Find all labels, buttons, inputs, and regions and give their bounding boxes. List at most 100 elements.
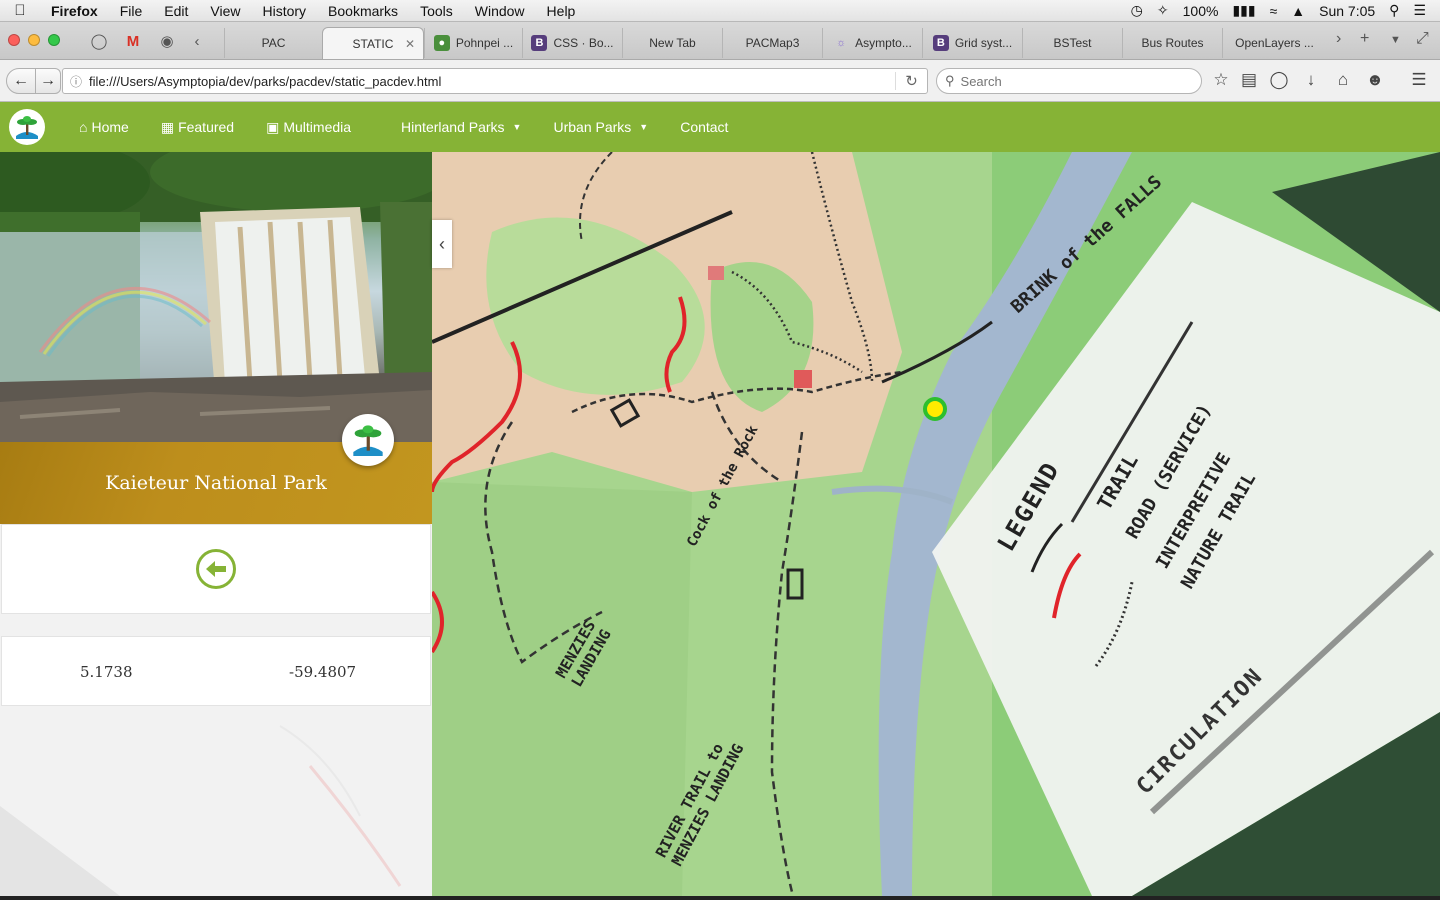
nav-multimedia-label: Multimedia (283, 119, 352, 135)
tab-bstest[interactable]: BSTest (1022, 28, 1122, 58)
pinned-tab-globe-icon[interactable]: ◯ (88, 31, 110, 53)
site-logo[interactable] (9, 109, 45, 145)
tab-label: PAC (261, 36, 286, 50)
forward-button[interactable]: → (35, 68, 61, 94)
arrow-left-icon (206, 561, 226, 577)
picture-icon: ▣ (266, 118, 280, 135)
bluetooth-icon[interactable]: ✧ (1157, 2, 1169, 19)
park-map[interactable]: BRINK of the FALLS Cock of the Rock MENZ… (432, 152, 1440, 896)
tab-pacmap3[interactable]: PACMap3 (722, 28, 822, 58)
nav-contact-label: Contact (680, 119, 729, 135)
nav-contact[interactable]: Contact (664, 119, 744, 135)
nav-home[interactable]: ⌂ Home (63, 119, 145, 135)
window-minimize-button[interactable] (28, 34, 40, 46)
nav-featured[interactable]: ▦ Featured (145, 119, 250, 136)
palm-tree-logo-icon (16, 116, 38, 139)
latitude-value: 5.1738 (80, 663, 133, 681)
bookmark-star-icon[interactable]: ☆ (1210, 70, 1232, 90)
nav-urban-parks[interactable]: Urban Parks ▼ (537, 119, 664, 135)
search-icon: ⚲ (945, 73, 955, 88)
search-input[interactable] (960, 73, 1181, 89)
trail-map-image (432, 152, 1440, 896)
tab-label: Bus Routes (1141, 36, 1204, 50)
site-info-icon[interactable]: ⓘ (63, 73, 89, 90)
maps-favicon-icon: ● (433, 35, 450, 51)
tab-label: BSTest (1053, 36, 1092, 50)
reload-icon[interactable]: ↻ (895, 72, 927, 90)
tab-label: Asympto... (855, 36, 912, 50)
window-maximize-button[interactable] (48, 34, 60, 46)
park-badge (342, 414, 394, 466)
tab-close-icon[interactable]: ✕ (405, 37, 415, 51)
window-close-button[interactable] (8, 34, 20, 46)
menu-history[interactable]: History (251, 0, 317, 22)
notification-center-icon[interactable]: ☰ (1413, 2, 1426, 19)
tab-label: PACMap3 (745, 36, 800, 50)
pocket-icon[interactable]: ◯ (1268, 70, 1290, 90)
apple-menu-icon[interactable]:  (0, 2, 40, 19)
tab-bus-routes[interactable]: Bus Routes (1122, 28, 1222, 58)
pinned-tab-gmail-icon[interactable]: M (122, 31, 144, 53)
home-icon: ⌂ (79, 119, 88, 135)
tab-asympto[interactable]: ☼ Asympto... (822, 28, 922, 58)
tab-label: Pohnpei ... (455, 36, 514, 50)
fullscreen-icon[interactable]: ⤢ (1416, 30, 1429, 48)
site-navbar: ⌂ Home ▦ Featured ▣ Multimedia Hinterland P… (0, 102, 1440, 152)
menu-bookmarks[interactable]: Bookmarks (317, 0, 409, 22)
chevron-left-icon: ‹ (439, 233, 445, 254)
new-tab-plus-icon[interactable]: + (1360, 30, 1369, 48)
park-hero-image (0, 152, 432, 442)
browser-tab-strip: ◯ M ◉ ‹ PAC STATIC ✕ ● Pohnpei ... B CSS · … (0, 22, 1440, 60)
back-arrow-button[interactable] (196, 549, 236, 589)
url-bar[interactable]: ⓘ file:///Users/Asymptopia/dev/parks/pac… (62, 68, 928, 94)
tab-css-bootstrap[interactable]: B CSS · Bo... (522, 28, 622, 58)
menu-file[interactable]: File (109, 0, 154, 22)
volume-icon[interactable]: ▲ (1291, 3, 1305, 19)
battery-icon[interactable]: ▮▮▮ (1232, 2, 1255, 19)
back-button[interactable]: ← (6, 68, 36, 94)
tabs-scroll-right-icon[interactable]: › (1336, 30, 1341, 48)
menu-view[interactable]: View (199, 0, 251, 22)
list-all-tabs-icon[interactable]: ▼ (1390, 34, 1401, 46)
nav-hinterland-parks[interactable]: Hinterland Parks ▼ (385, 119, 537, 135)
tabs-scroll-left-icon[interactable]: ‹ (186, 31, 208, 53)
pinned-tab-github-icon[interactable]: ◉ (156, 31, 178, 53)
nav-multimedia[interactable]: ▣ Multimedia (250, 119, 367, 136)
tab-grid-system[interactable]: B Grid syst... (922, 28, 1022, 58)
hello-chat-icon[interactable]: ☻ (1364, 70, 1386, 90)
tab-pac[interactable]: PAC (224, 28, 322, 58)
time-machine-icon[interactable]: ◷ (1131, 2, 1143, 19)
nav-home-label: Home (91, 119, 129, 135)
menu-edit[interactable]: Edit (153, 0, 199, 22)
downloads-icon[interactable]: ↓ (1300, 70, 1322, 90)
tab-label: New Tab (649, 36, 696, 50)
collapse-panel-button[interactable]: ‹ (432, 220, 452, 268)
tab-static[interactable]: STATIC ✕ (322, 27, 424, 59)
url-text[interactable]: file:///Users/Asymptopia/dev/parks/pacde… (89, 74, 441, 89)
tab-label: CSS · Bo... (553, 36, 614, 50)
home-icon[interactable]: ⌂ (1332, 70, 1354, 90)
battery-percent: 100% (1182, 2, 1219, 19)
tab-new-tab[interactable]: New Tab (622, 28, 722, 58)
kaieteur-falls-photo (0, 152, 432, 442)
longitude-value: -59.4807 (289, 663, 357, 681)
location-marker-icon[interactable] (922, 396, 948, 422)
menubar-status-area: ◷ ✧ 100% ▮▮▮ ≈ ▲ Sun 7:05 ⚲ ☰ (1131, 2, 1440, 19)
tab-label: OpenLayers ... (1235, 36, 1314, 50)
tab-pohnpei[interactable]: ● Pohnpei ... (424, 28, 522, 58)
menu-window[interactable]: Window (464, 0, 536, 22)
reading-list-icon[interactable]: ▤ (1238, 70, 1260, 90)
menu-tools[interactable]: Tools (409, 0, 464, 22)
palm-tree-badge-icon (353, 425, 383, 456)
hamburger-menu-icon[interactable]: ☰ (1408, 70, 1430, 90)
bootstrap-favicon-icon: B (531, 35, 548, 51)
tab-openlayers[interactable]: OpenLayers ... (1222, 28, 1326, 58)
window-bottom-edge (0, 896, 1440, 900)
menubar-clock[interactable]: Sun 7:05 (1319, 3, 1375, 19)
panel-background-map-fade (0, 725, 402, 896)
menu-app-firefox[interactable]: Firefox (40, 0, 109, 22)
search-bar[interactable]: ⚲ (936, 68, 1202, 94)
wifi-icon[interactable]: ≈ (1270, 3, 1278, 19)
spotlight-search-icon[interactable]: ⚲ (1389, 2, 1399, 19)
menu-help[interactable]: Help (536, 0, 587, 22)
